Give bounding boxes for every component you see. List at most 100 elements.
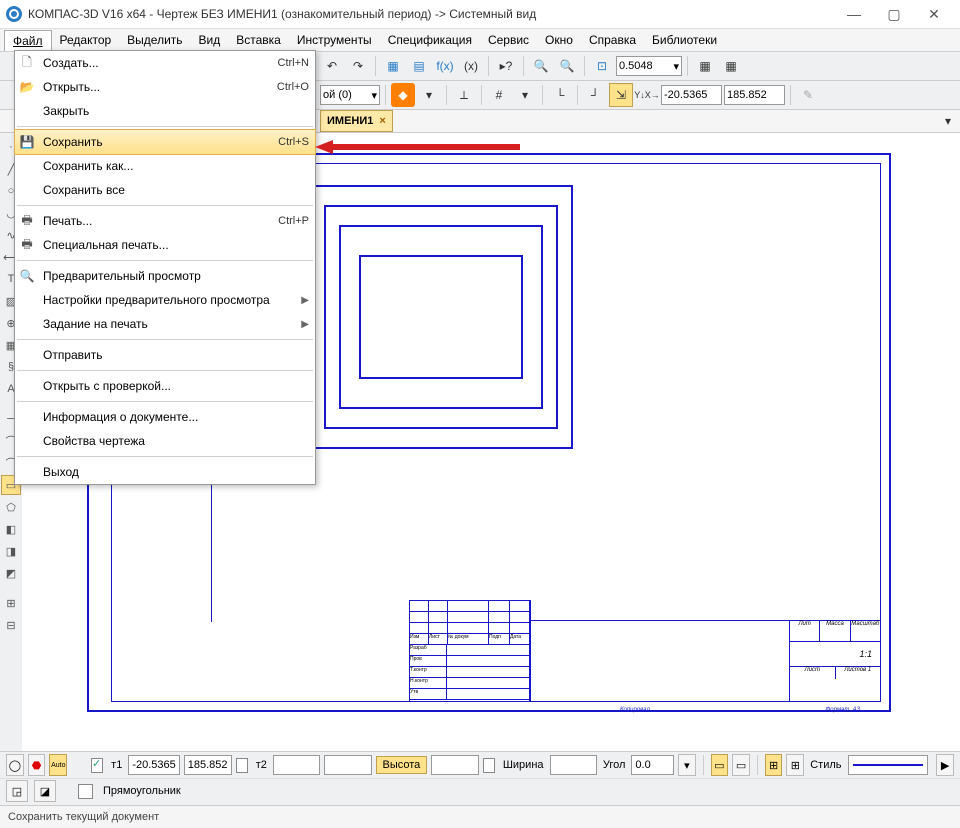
zoom-select[interactable]: 0.5048▾ — [616, 56, 682, 76]
dropdown-icon[interactable]: ▾ — [417, 83, 441, 107]
pb-width-check[interactable] — [483, 758, 495, 773]
title-bar: КОМПАС-3D V16 x64 - Чертеж БЕЗ ИМЕНИ1 (о… — [0, 0, 960, 29]
menu-exit[interactable]: Выход — [15, 460, 315, 484]
pb2-b-icon[interactable]: ◪ — [34, 780, 56, 802]
pb-t1-label: т1 — [109, 759, 124, 771]
maximize-button[interactable]: ▢ — [874, 2, 914, 26]
grid-btn-icon[interactable]: ▦ — [381, 54, 405, 78]
lt-c1-icon[interactable]: ⊞ — [1, 593, 21, 613]
coord-x-field[interactable]: -20.5365 — [661, 85, 722, 105]
pb-m1-icon[interactable]: ▭ — [711, 754, 729, 776]
document-tab[interactable]: ИМЕНИ1 × — [320, 110, 393, 132]
menu-print[interactable]: 🖶 Печать... Ctrl+P — [15, 209, 315, 233]
lt-b1-icon[interactable]: ◧ — [1, 519, 21, 539]
pb-style-select[interactable] — [848, 755, 929, 775]
menu-save[interactable]: 💾 Сохранить Ctrl+S — [14, 129, 316, 155]
pb-x2-field[interactable] — [273, 755, 320, 775]
menu-help[interactable]: Справка — [581, 30, 644, 50]
pb-x-field[interactable]: -20.5365 — [128, 755, 179, 775]
pb-stop-icon[interactable]: ⬣ — [28, 754, 46, 776]
fx-icon[interactable]: f(x) — [433, 54, 457, 78]
snap-icon[interactable]: ┘ — [583, 83, 607, 107]
pb2-a-icon[interactable]: ◲ — [6, 780, 28, 802]
dim-icon[interactable]: ⟂ — [452, 83, 476, 107]
redo-icon[interactable]: ↷ — [346, 54, 370, 78]
pb-angle-label: Угол — [601, 759, 628, 771]
pb-angle-field[interactable]: 0.0 — [631, 755, 674, 775]
select-arrow-icon[interactable]: ▸? — [494, 54, 518, 78]
menu-create[interactable]: 🗋 Создать... Ctrl+N — [15, 51, 315, 75]
menu-libs[interactable]: Библиотеки — [644, 30, 725, 50]
sprint-icon: 🖶 — [17, 235, 37, 255]
lt-c2-icon[interactable]: ⊟ — [1, 615, 21, 635]
print-icon: 🖶 — [17, 211, 37, 231]
pb-height-label[interactable]: Высота — [376, 756, 428, 774]
menu-send[interactable]: Отправить — [15, 343, 315, 367]
pb-m4-icon[interactable]: ⊞ — [786, 754, 804, 776]
brush-icon[interactable]: ✎ — [796, 83, 820, 107]
close-button[interactable]: ✕ — [914, 2, 954, 26]
coord-y-field[interactable]: 185.852 — [724, 85, 785, 105]
lt-b2-icon[interactable]: ◨ — [1, 541, 21, 561]
view-b-icon[interactable]: ▦ — [719, 54, 743, 78]
menu-sprint[interactable]: 🖶 Специальная печать... — [15, 233, 315, 257]
pb-scroll-icon[interactable]: ▶ — [936, 754, 954, 776]
pb-btn1-icon[interactable]: ◯ — [6, 754, 24, 776]
property-bar: ◯ ⬣ Auto т1 -20.5365 185.852 т2 Высота Ш… — [0, 751, 960, 806]
menu-tools[interactable]: Инструменты — [289, 30, 380, 50]
tab-dropdown-icon[interactable]: ▾ — [936, 109, 960, 133]
zoom-fit-icon[interactable]: ⊡ — [590, 54, 614, 78]
preview-icon: 🔍 — [17, 266, 37, 286]
menu-view[interactable]: Вид — [191, 30, 229, 50]
menu-previewset[interactable]: Настройки предварительного просмотра ▶ — [15, 288, 315, 312]
pb-angle-dd-icon[interactable]: ▾ — [678, 754, 696, 776]
color-icon[interactable]: ◆ — [391, 83, 415, 107]
menu-docinfo[interactable]: Информация о документе... — [15, 405, 315, 429]
minimize-button[interactable]: — — [834, 2, 874, 26]
pb-y-field[interactable]: 185.852 — [184, 755, 232, 775]
yx-icon[interactable]: Y↓X→ — [635, 83, 659, 107]
zoom-in-icon[interactable]: 🔍 — [529, 54, 553, 78]
pb-m2-icon[interactable]: ▭ — [732, 754, 750, 776]
lt-b3-icon[interactable]: ◩ — [1, 563, 21, 583]
ortho-icon[interactable]: └ — [548, 83, 572, 107]
view-a-icon[interactable]: ▦ — [693, 54, 717, 78]
pb2-toolchk[interactable] — [78, 784, 93, 799]
undo-icon[interactable]: ↶ — [320, 54, 344, 78]
pb-m3-icon[interactable]: ⊞ — [765, 754, 783, 776]
menu-preview[interactable]: 🔍 Предварительный просмотр — [15, 264, 315, 288]
menu-file[interactable]: Файл — [4, 30, 52, 51]
tab-close-icon[interactable]: × — [379, 115, 385, 127]
pb-t2-check[interactable] — [236, 758, 248, 773]
layer-select[interactable]: ой (0)▾ — [320, 85, 380, 105]
pb-style-label: Стиль — [808, 759, 843, 771]
menu-window[interactable]: Окно — [537, 30, 581, 50]
grid-icon[interactable]: # — [487, 83, 511, 107]
menu-open[interactable]: 📂 Открыть... Ctrl+O — [15, 75, 315, 99]
menu-edit[interactable]: Редактор — [52, 30, 120, 50]
menu-printjob[interactable]: Задание на печать ▶ — [15, 312, 315, 336]
pb-auto-icon[interactable]: Auto — [49, 754, 67, 776]
snap2-icon[interactable]: ⇲ — [609, 83, 633, 107]
menu-close[interactable]: Закрыть — [15, 99, 315, 123]
layers-icon[interactable]: ▤ — [407, 54, 431, 78]
save-icon: 💾 — [17, 132, 37, 152]
zoom-out-icon[interactable]: 🔍 — [555, 54, 579, 78]
status-text: Сохранить текущий документ — [8, 811, 159, 823]
lt-poly-icon[interactable]: ⬠ — [1, 497, 21, 517]
pb-t1-check[interactable] — [91, 758, 103, 773]
pb-y2-field[interactable] — [324, 755, 371, 775]
menu-spec[interactable]: Спецификация — [380, 30, 480, 50]
pb-width-field[interactable] — [550, 755, 597, 775]
menu-insert[interactable]: Вставка — [228, 30, 289, 50]
grid-dd-icon[interactable]: ▾ — [513, 83, 537, 107]
menu-saveas[interactable]: Сохранить как... — [15, 154, 315, 178]
vars-icon[interactable]: (x) — [459, 54, 483, 78]
menu-saveall[interactable]: Сохранить все — [15, 178, 315, 202]
menu-opencheck[interactable]: Открыть с проверкой... — [15, 374, 315, 398]
menu-select[interactable]: Выделить — [119, 30, 190, 50]
pb-height-field[interactable] — [431, 755, 478, 775]
menu-props[interactable]: Свойства чертежа — [15, 429, 315, 453]
pb-t2-label: т2 — [254, 759, 269, 771]
menu-service[interactable]: Сервис — [480, 30, 537, 50]
